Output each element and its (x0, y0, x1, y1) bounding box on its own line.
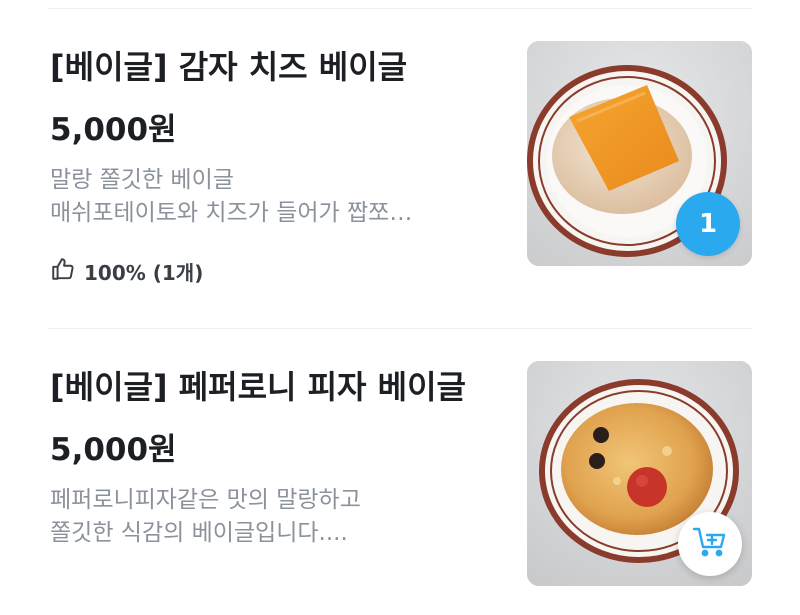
item-price: 5,000원 (50, 432, 177, 468)
item-description: 페퍼로니피자같은 맛의 말랑하고 쫄깃한 식감의 베이글입니다.... (50, 484, 490, 550)
item-title: [베이글] 페퍼로니 피자 베이글 (50, 368, 466, 406)
add-to-cart-button[interactable] (678, 512, 742, 576)
menu-item-pepperoni-pizza-bagel[interactable]: [베이글] 페퍼로니 피자 베이글 5,000원 페퍼로니피자같은 맛의 말랑하… (0, 0, 800, 615)
item-description-line: 페퍼로니피자같은 맛의 말랑하고 (50, 487, 361, 513)
add-to-cart-icon (692, 526, 728, 562)
item-description-line: 쫄깃한 식감의 베이글입니다.... (50, 520, 348, 546)
